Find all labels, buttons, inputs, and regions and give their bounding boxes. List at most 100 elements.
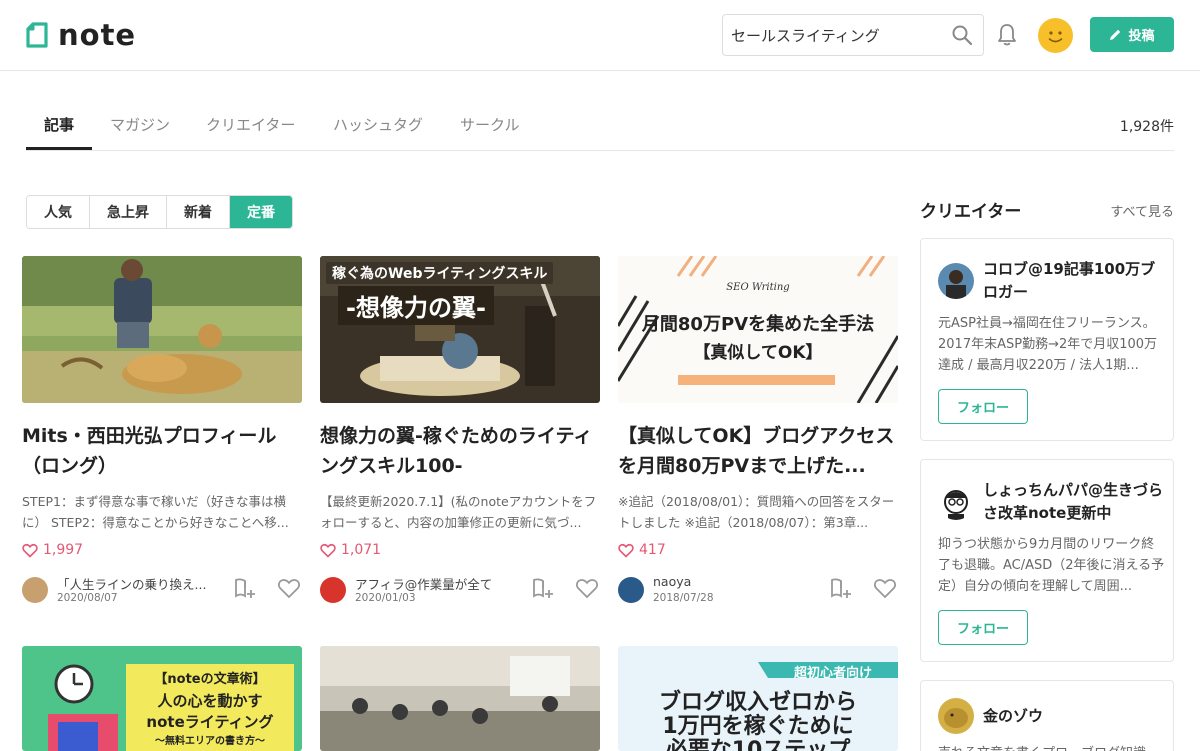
heart-icon[interactable] [277, 577, 301, 599]
creator-avatar[interactable] [938, 484, 974, 520]
thumbnail-line: noteライティング [146, 713, 274, 731]
add-to-magazine-icon[interactable] [532, 577, 556, 599]
article-card[interactable]: Mits・西田光弘プロフィール（ロング） STEP1：まず得意な事で稼いだ（好き… [22, 256, 302, 606]
creator-bio: 元ASP社員→福岡在住フリーランス。2017年末ASP勤務→2年で月収100万達… [938, 316, 1158, 373]
search-box[interactable] [722, 14, 984, 56]
logo-text: note [58, 18, 137, 52]
heart-icon [22, 543, 38, 558]
smiley-icon [1048, 31, 1063, 43]
author-name[interactable]: naoya [653, 574, 823, 589]
article-meta: 「人生ラインの乗り換え... 2020/08/07 [22, 574, 302, 606]
man-with-cheetah-photo [22, 256, 302, 403]
creator-photo [946, 270, 966, 299]
seminar-photo [320, 646, 600, 751]
follow-button[interactable]: フォロー [938, 389, 1028, 424]
post-button-label: 投稿 [1128, 29, 1155, 44]
article-thumbnail[interactable] [22, 256, 302, 403]
thumbnail-subheading: 【真似してOK】 [693, 343, 823, 363]
filter-trending[interactable]: 急上昇 [90, 196, 167, 228]
author-name[interactable]: 「人生ラインの乗り換え... [57, 574, 227, 593]
heart-icon[interactable] [575, 577, 599, 599]
creator-bio: 売れる文章を書くプロ。ブログ知識 [938, 743, 1166, 751]
filter-new[interactable]: 新着 [167, 196, 230, 228]
post-date: 2020/01/03 [355, 592, 416, 604]
pencil-icon [1110, 29, 1121, 40]
tab-creators[interactable]: クリエイター [206, 114, 295, 150]
article-excerpt: ※追記（2018/08/01）：質問箱への回答をスタートしました ※追記（201… [618, 494, 895, 530]
like-count-value: 417 [639, 542, 666, 558]
article-excerpt: STEP1：まず得意な事で稼いだ（好きな事は横に） STEP2：得意なことから好… [22, 494, 289, 530]
heart-icon[interactable] [873, 577, 897, 599]
creator-illustration [944, 490, 968, 520]
tab-magazines[interactable]: マガジン [110, 114, 170, 150]
article-card[interactable]: 【noteの文章術】 人の心を動かす noteライティング 〜無料エリアの書き方… [22, 646, 302, 751]
article-card[interactable] [320, 646, 600, 751]
creator-avatar[interactable] [938, 263, 974, 299]
active-tab-indicator [26, 147, 92, 150]
article-thumbnail[interactable]: SEO Writing 月間80万PVを集めた全手法 【真似してOK】 [618, 256, 898, 403]
creator-avatar[interactable] [938, 698, 974, 734]
article-thumbnail[interactable]: 稼ぐ為のWebライティングスキル -想像力の翼- [320, 256, 600, 403]
thumbnail-title: 稼ぐ為のWebライティングスキル [326, 262, 554, 284]
article-title[interactable]: 想像力の翼-稼ぐためのライティングスキル100- [320, 421, 600, 481]
tab-circles[interactable]: サークル [460, 114, 520, 150]
heart-icon [618, 543, 634, 558]
like-count-value: 1,997 [43, 542, 84, 558]
note-logo-icon [26, 22, 48, 48]
article-card[interactable]: 超初心者向け ブログ収入ゼロから 1万円を稼ぐために 必要な10ステップ [618, 646, 898, 751]
follow-button[interactable]: フォロー [938, 610, 1028, 645]
see-all-link[interactable]: すべて見る [1110, 201, 1174, 220]
like-count: 417 [618, 539, 898, 561]
article-meta: naoya 2018/07/28 [618, 574, 898, 606]
post-button[interactable]: 投稿 [1090, 17, 1174, 52]
search-icon[interactable] [951, 24, 973, 46]
article-thumbnail[interactable] [320, 646, 600, 751]
creator-card[interactable]: 金のゾウ 売れる文章を書くプロ。ブログ知識 [920, 680, 1174, 751]
like-count-value: 1,071 [341, 542, 382, 558]
bell-icon[interactable] [996, 22, 1018, 48]
heart-icon [320, 543, 336, 558]
like-count: 1,997 [22, 539, 302, 561]
add-to-magazine-icon[interactable] [234, 577, 258, 599]
creator-name[interactable]: 金のゾウ [983, 705, 1163, 728]
article-title[interactable]: Mits・西田光弘プロフィール（ロング） [22, 421, 302, 481]
add-to-magazine-icon[interactable] [830, 577, 854, 599]
search-tabs: 記事 マガジン クリエイター ハッシュタグ サークル 1,928件 [26, 100, 1174, 151]
thumbnail-line: 人の心を動かす [157, 692, 263, 710]
author-avatar[interactable] [22, 577, 48, 603]
result-count: 1,928件 [1119, 119, 1174, 135]
filter-popular[interactable]: 人気 [27, 196, 90, 228]
article-thumbnail[interactable]: 【noteの文章術】 人の心を動かす noteライティング 〜無料エリアの書き方… [22, 646, 302, 751]
article-title[interactable]: 【真似してOK】ブログアクセスを月間80万PVまで上げた... [618, 421, 898, 481]
thumbnail-subtitle: -想像力の翼- [338, 286, 494, 325]
author-name[interactable]: アフィラ@作業量が全て [355, 574, 525, 593]
article-card[interactable]: 稼ぐ為のWebライティングスキル -想像力の翼- 想像力の翼-稼ぐためのライティ… [320, 256, 600, 606]
post-date: 2020/08/07 [57, 592, 118, 604]
tab-articles[interactable]: 記事 [44, 114, 74, 150]
article-thumbnail[interactable]: 超初心者向け ブログ収入ゼロから 1万円を稼ぐために 必要な10ステップ [618, 646, 898, 751]
thumbnail-line: 【noteの文章術】 [154, 672, 266, 687]
creator-name[interactable]: コロブ@19記事100万ブロガー [983, 258, 1163, 304]
thumbnail-line: 〜無料エリアの書き方〜 [155, 736, 265, 747]
thumbnail-label: SEO Writing [726, 282, 790, 293]
user-avatar[interactable] [1038, 18, 1073, 53]
article-meta: アフィラ@作業量が全て 2020/01/03 [320, 574, 600, 606]
creator-card[interactable]: コロブ@19記事100万ブロガー 元ASP社員→福岡在住フリーランス。2017年… [920, 238, 1174, 441]
tab-hashtags[interactable]: ハッシュタグ [333, 114, 423, 150]
search-input[interactable] [731, 15, 951, 55]
header: note 投稿 [0, 0, 1200, 71]
sort-filters: 人気 急上昇 新着 定番 [26, 195, 293, 229]
thumbnail-heading: 月間80万PVを集めた全手法 [641, 314, 875, 335]
filter-classic[interactable]: 定番 [230, 196, 292, 228]
author-avatar[interactable] [618, 577, 644, 603]
elephant-illustration [944, 708, 968, 728]
creator-name[interactable]: しょっちんパパ@生きづらさ改革note更新中 [983, 479, 1163, 525]
article-excerpt: 【最終更新2020.7.1】(私のnoteアカウントをフォローすると、内容の加筆… [320, 494, 597, 530]
thumbnail-line: 必要な10ステップ [665, 738, 851, 751]
creator-card[interactable]: しょっちんパパ@生きづらさ改革note更新中 抑うつ状態から9カ月間のリワーク終… [920, 459, 1174, 662]
sidebar-title: クリエイター [920, 202, 1022, 222]
article-card[interactable]: SEO Writing 月間80万PVを集めた全手法 【真似してOK】 【真似し… [618, 256, 898, 606]
author-avatar[interactable] [320, 577, 346, 603]
like-count: 1,071 [320, 539, 600, 561]
note-logo[interactable]: note [26, 18, 136, 52]
